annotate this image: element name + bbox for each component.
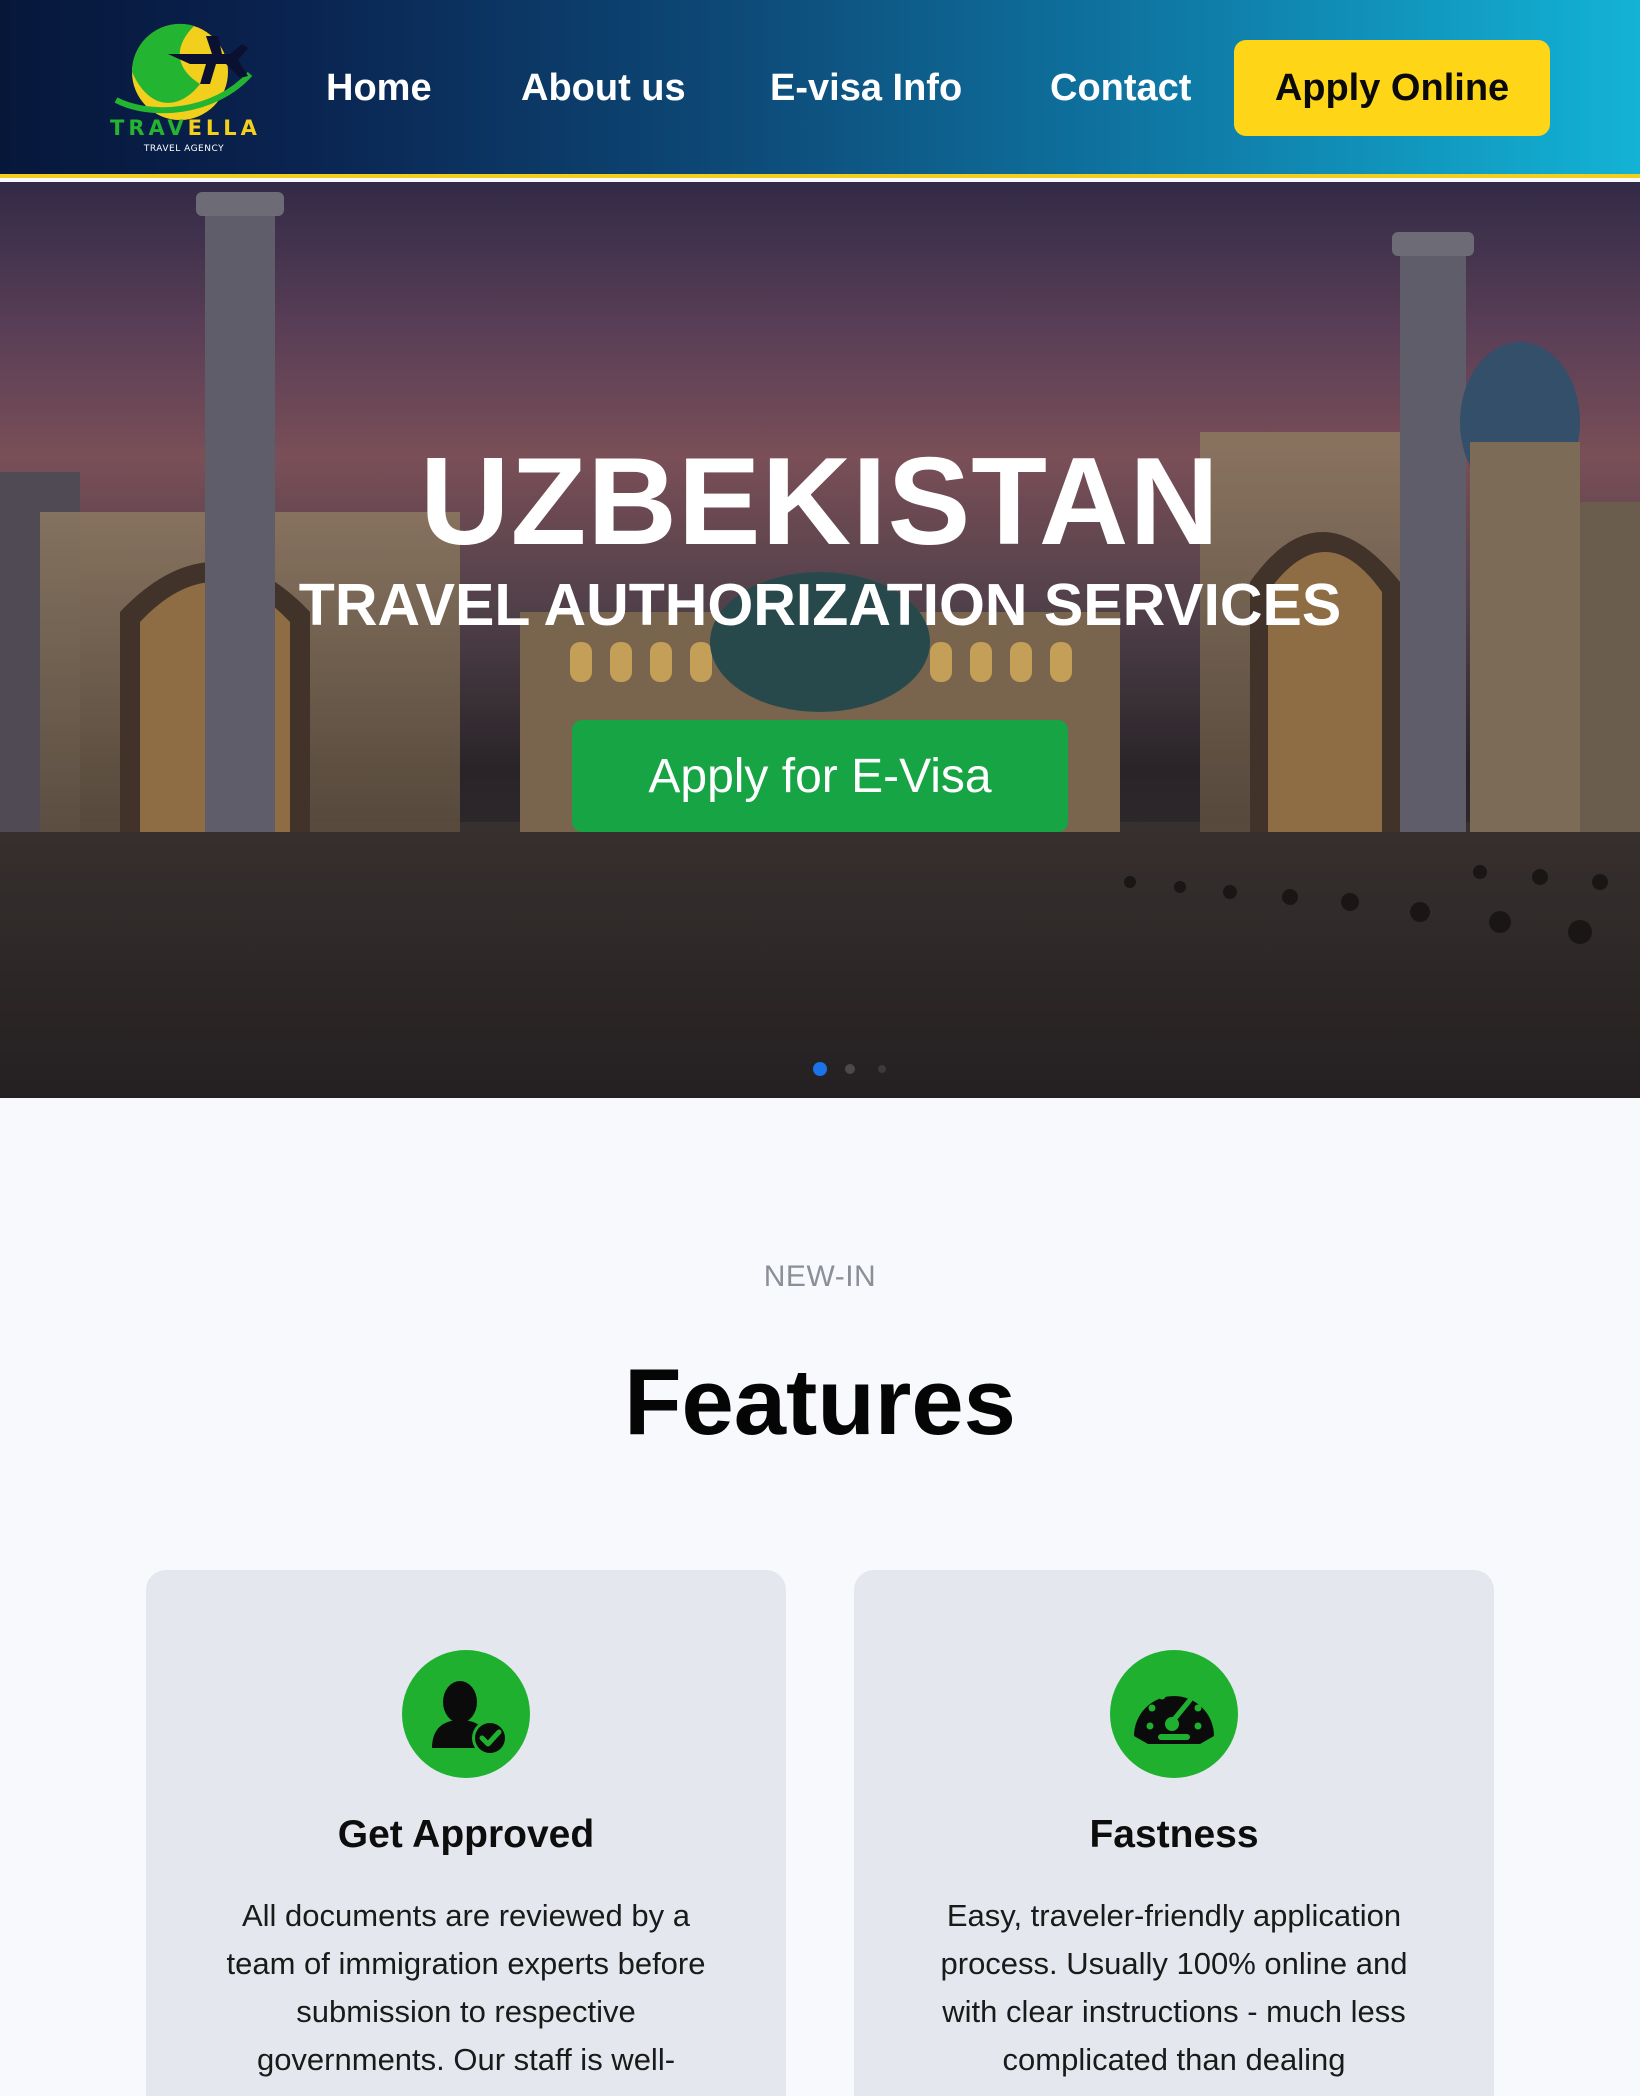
hero-subtitle: TRAVEL AUTHORIZATION SERVICES — [298, 572, 1342, 638]
logo-tagline: TRAVEL AGENCY — [143, 144, 225, 154]
features-eyebrow: NEW-IN — [763, 1260, 877, 1293]
nav-home[interactable]: Home — [326, 60, 432, 116]
feature-card-text: Easy, traveler-friendly application proc… — [940, 1898, 1408, 2077]
site-header: TRAVELLA TRAVEL AGENCY Home About us E-v… — [0, 0, 1640, 178]
user-check-icon — [402, 1650, 530, 1778]
nav-about-us[interactable]: About us — [521, 60, 686, 116]
logo-globe-icon — [114, 23, 253, 120]
feature-card-title: Fastness — [1089, 1813, 1259, 1856]
feature-card-get-approved: Get Approved All documents are reviewed … — [146, 1570, 786, 2096]
apply-online-button[interactable]: Apply Online — [1234, 40, 1550, 136]
logo-wordmark: TRAVELLA — [110, 116, 261, 140]
carousel-dot[interactable] — [845, 1064, 855, 1074]
hero-banner: UZBEKISTAN TRAVEL AUTHORIZATION SERVICES… — [0, 182, 1640, 1098]
travella-logo[interactable]: TRAVELLA TRAVEL AGENCY — [110, 14, 258, 162]
nav-contact[interactable]: Contact — [1050, 60, 1191, 116]
hero-background-image — [0, 182, 1640, 1098]
feature-card-title: Get Approved — [337, 1813, 595, 1856]
speedometer-icon — [1110, 1650, 1238, 1778]
features-title: Features — [624, 1349, 1016, 1454]
nav-evisa-info[interactable]: E-visa Info — [770, 60, 962, 116]
apply-evisa-button[interactable]: Apply for E-Visa — [572, 720, 1068, 832]
hero-title: UZBEKISTAN — [420, 433, 1220, 571]
carousel-dot-active[interactable] — [813, 1062, 827, 1076]
feature-card-fastness: Fastness Easy, traveler-friendly applica… — [854, 1570, 1494, 2096]
carousel-dot[interactable] — [878, 1065, 886, 1073]
feature-card-text: All documents are reviewed by a team of … — [226, 1898, 706, 2077]
